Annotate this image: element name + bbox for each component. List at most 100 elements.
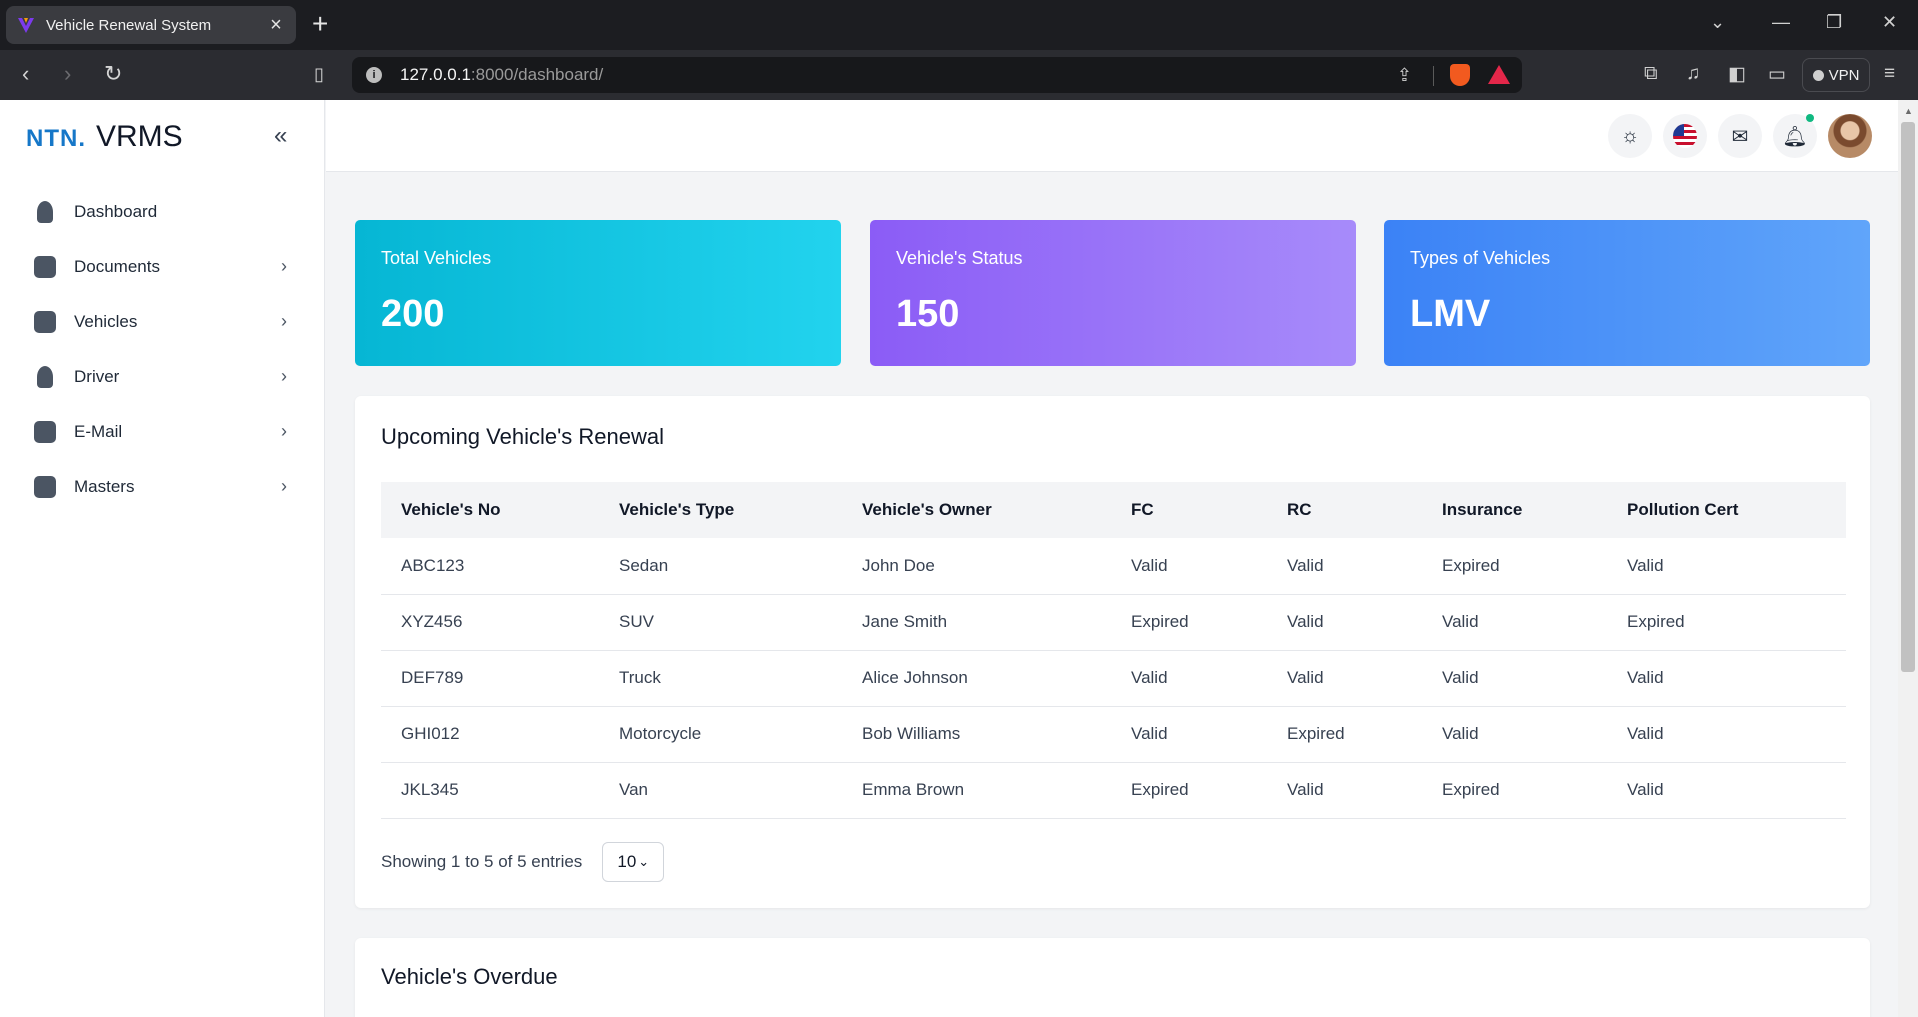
stat-card-title: Types of Vehicles (1410, 248, 1551, 268)
table-cell: ABC123 (381, 538, 599, 595)
sidebar-toggle-icon[interactable]: ◧ (1728, 63, 1746, 86)
sidebar-item-vehicles[interactable]: Vehicles › (0, 294, 325, 349)
close-tab-icon[interactable]: × (266, 14, 286, 37)
table-cell: Emma Brown (842, 762, 1111, 819)
page-size-select[interactable]: 10 ⌄ (602, 842, 665, 882)
brand-logo[interactable]: NTN. VRMS (26, 120, 183, 154)
sidebar-menu: Dashboard Documents › Vehicles › Driver … (0, 184, 325, 514)
column-header[interactable]: FC (1111, 482, 1267, 538)
vpn-status-icon (1812, 69, 1824, 81)
dashboard-icon (37, 200, 53, 223)
sidebar-item-label: Driver (74, 366, 120, 386)
table-cell: John Doe (842, 538, 1111, 595)
renewal-table: Vehicle's No Vehicle's Type Vehicle's Ow… (381, 482, 1846, 819)
language-button[interactable] (1663, 114, 1707, 158)
bookmark-icon[interactable]: ▯ (314, 62, 324, 86)
stat-card-value: LMV (1410, 293, 1491, 335)
column-header[interactable]: Vehicle's No (381, 482, 599, 538)
brand-name: VRMS (96, 120, 183, 153)
table-row[interactable]: GHI012 Motorcycle Bob Williams Valid Exp… (381, 706, 1846, 763)
close-window-icon[interactable]: ✕ (1882, 12, 1897, 33)
table-row[interactable]: JKL345 Van Emma Brown Expired Valid Expi… (381, 762, 1846, 819)
column-header[interactable]: Insurance (1422, 482, 1607, 538)
restore-icon[interactable]: ❐ (1826, 12, 1842, 33)
forward-icon[interactable]: › (64, 62, 71, 86)
us-flag-icon (1673, 124, 1697, 148)
sidebar-item-masters[interactable]: Masters › (0, 459, 325, 514)
url-host: 127.0.0.1 (400, 65, 471, 84)
reload-icon[interactable]: ↻ (104, 62, 122, 86)
sidebar-item-label: Masters (74, 476, 135, 496)
table-cell: Valid (1422, 706, 1607, 763)
column-header[interactable]: Pollution Cert (1607, 482, 1846, 538)
table-cell: Valid (1111, 538, 1267, 595)
new-tab-icon[interactable]: + (312, 10, 328, 38)
mail-open-icon: ✉ (1731, 125, 1749, 148)
stat-card-total-vehicles[interactable]: Total Vehicles 200 (355, 220, 841, 366)
collapse-sidebar-icon[interactable]: « (274, 124, 287, 148)
vpn-button[interactable]: VPN (1802, 58, 1870, 92)
sidebar-item-documents[interactable]: Documents › (0, 239, 325, 294)
table-cell: Alice Johnson (842, 650, 1111, 707)
site-info-icon[interactable]: i (366, 67, 382, 83)
user-icon (37, 365, 53, 388)
stat-card-value: 200 (381, 293, 445, 335)
browser-menu-icon[interactable]: ≡ (1884, 63, 1895, 85)
overdue-title: Vehicle's Overdue (381, 964, 558, 989)
table-cell: Valid (1267, 594, 1422, 651)
sidebar-item-email[interactable]: E-Mail › (0, 404, 325, 459)
tab-search-chevron-icon[interactable]: ⌄ (1710, 12, 1725, 33)
mail-icon (34, 420, 56, 443)
column-header[interactable]: Vehicle's Owner (842, 482, 1111, 538)
table-cell: Truck (599, 650, 842, 707)
avatar[interactable] (1828, 114, 1872, 158)
wallet-icon[interactable]: ▭ (1768, 63, 1786, 86)
brave-shields-icon[interactable] (1450, 64, 1470, 86)
table-cell: Valid (1422, 594, 1607, 651)
browser-tab-bar: Vehicle Renewal System × + ⌄ — ❐ ✕ (0, 0, 1918, 50)
table-cell: Expired (1422, 762, 1607, 819)
sidebar-item-dashboard[interactable]: Dashboard (0, 184, 325, 239)
site-favicon-icon (18, 18, 34, 33)
table-row[interactable]: ABC123 Sedan John Doe Valid Valid Expire… (381, 538, 1846, 595)
app-header: ☼ ✉ 🔔︎ (326, 100, 1898, 172)
sidebar-item-driver[interactable]: Driver › (0, 349, 325, 404)
address-bar[interactable]: i 127.0.0.1 :8000/dashboard/ ⇪ (352, 57, 1522, 93)
theme-toggle-button[interactable]: ☼ (1608, 114, 1652, 158)
table-row[interactable]: DEF789 Truck Alice Johnson Valid Valid V… (381, 650, 1846, 707)
share-icon[interactable]: ⇪ (1397, 65, 1412, 86)
scroll-up-icon[interactable]: ▲ (1904, 106, 1913, 116)
table-cell: Expired (1267, 706, 1422, 763)
table-cell: XYZ456 (381, 594, 599, 651)
scrollbar-thumb[interactable] (1901, 122, 1915, 672)
extensions-icon[interactable]: ⧉ (1644, 63, 1658, 85)
table-cell: Sedan (599, 538, 842, 595)
brave-rewards-icon[interactable] (1488, 65, 1510, 84)
column-header[interactable]: RC (1267, 482, 1422, 538)
main-content: Total Vehicles 200 Vehicle's Status 150 … (326, 172, 1898, 1017)
bus-icon (34, 310, 56, 333)
browser-toolbar: ‹ › ↻ ▯ i 127.0.0.1 :8000/dashboard/ ⇪ ⧉… (0, 50, 1918, 100)
table-footer: Showing 1 to 5 of 5 entries 10 ⌄ (381, 842, 665, 882)
chevron-right-icon: › (281, 476, 287, 496)
chevron-right-icon: › (281, 256, 287, 276)
minimize-icon[interactable]: — (1772, 12, 1790, 33)
table-cell: JKL345 (381, 762, 599, 819)
sidebar-item-label: E-Mail (74, 421, 123, 441)
column-header[interactable]: Vehicle's Type (599, 482, 842, 538)
chevron-right-icon: › (281, 421, 287, 441)
table-row[interactable]: XYZ456 SUV Jane Smith Expired Valid Vali… (381, 594, 1846, 651)
page-scrollbar[interactable]: ▲ (1898, 100, 1918, 1017)
sun-icon: ☼ (1620, 124, 1640, 147)
browser-tab[interactable]: Vehicle Renewal System × (6, 6, 296, 44)
stat-card-title: Total Vehicles (381, 248, 492, 268)
table-header-row: Vehicle's No Vehicle's Type Vehicle's Ow… (381, 482, 1846, 538)
stat-card-vehicle-types[interactable]: Types of Vehicles LMV (1384, 220, 1870, 366)
stat-card-vehicle-status[interactable]: Vehicle's Status 150 (870, 220, 1356, 366)
messages-button[interactable]: ✉ (1718, 114, 1762, 158)
table-cell: Valid (1422, 650, 1607, 707)
notifications-button[interactable]: 🔔︎ (1773, 114, 1817, 158)
back-icon[interactable]: ‹ (22, 62, 29, 86)
sidebar-item-label: Dashboard (74, 201, 158, 221)
media-icon[interactable]: ♫ (1686, 63, 1700, 85)
